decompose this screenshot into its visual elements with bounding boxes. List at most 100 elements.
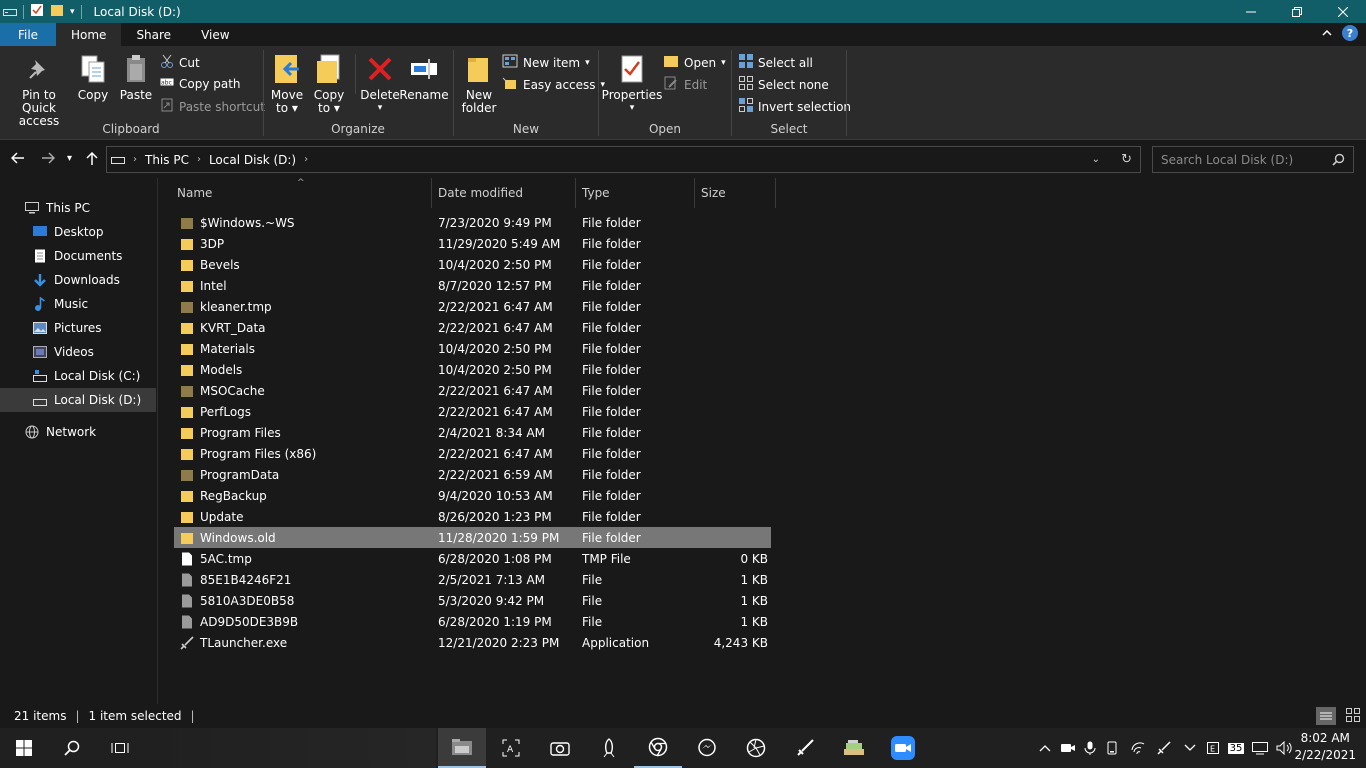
nav-item-music[interactable]: Music [0, 292, 156, 316]
forward-arrow-icon[interactable] [41, 152, 56, 168]
delete-button[interactable]: Delete ▾ [360, 52, 400, 115]
nav-item-this-pc[interactable]: This PC [0, 196, 156, 220]
search-input[interactable]: Search Local Disk (D:) [1152, 146, 1354, 173]
wifi-gesture-icon[interactable] [1128, 728, 1148, 768]
large-icons-view-icon[interactable] [1346, 708, 1360, 725]
copy-to-button[interactable]: Copy to ▾ [311, 52, 347, 115]
copy-button[interactable]: Copy [76, 52, 110, 102]
address-box[interactable]: › This PC › Local Disk (D:) › ⌄ ↻ [106, 146, 1141, 173]
restore-button[interactable] [1274, 0, 1320, 23]
paste-shortcut-button[interactable]: Paste shortcut [160, 98, 265, 115]
select-none-button[interactable]: Select none [739, 76, 829, 93]
back-arrow-icon[interactable] [10, 152, 25, 168]
sword-app-icon[interactable] [781, 728, 829, 768]
chrome-icon[interactable] [634, 728, 682, 768]
clock[interactable]: 8:02 AM 2/22/2021 [1294, 730, 1356, 764]
table-row[interactable]: Intel 8/7/2020 12:57 PM File folder [174, 275, 771, 296]
table-row[interactable]: TLauncher.exe 12/21/2020 2:23 PM Applicati… [174, 632, 771, 653]
up-arrow-icon[interactable] [86, 151, 98, 170]
tray-badge[interactable]: 35 [1226, 728, 1246, 768]
table-row[interactable]: Materials 10/4/2020 2:50 PM File folder [174, 338, 771, 359]
tab-share[interactable]: Share [121, 23, 186, 46]
aperture-app-icon[interactable] [732, 728, 780, 768]
tab-file[interactable]: File [0, 23, 56, 46]
start-windows-icon[interactable] [0, 728, 48, 768]
keyboard-layout-icon[interactable]: E [1204, 728, 1222, 768]
file-explorer-taskbar-icon[interactable] [438, 728, 486, 768]
microphone-icon[interactable] [1080, 728, 1100, 768]
table-row[interactable]: PerfLogs 2/22/2021 6:47 AM File folder [174, 401, 771, 422]
show-hidden-icons-chevron-icon[interactable] [1036, 728, 1054, 768]
breadcrumb-local-disk-d[interactable]: Local Disk (D:) [209, 153, 296, 167]
table-row[interactable]: MSOCache 2/22/2021 6:47 AM File folder [174, 380, 771, 401]
breadcrumb-chevron-icon[interactable]: › [197, 154, 201, 165]
properties-button[interactable]: Properties ▾ [602, 52, 662, 115]
close-button[interactable] [1320, 0, 1366, 23]
screenshot-tool-icon[interactable]: A [487, 728, 535, 768]
table-row[interactable]: Models 10/4/2020 2:50 PM File folder [174, 359, 771, 380]
new-item-button[interactable]: New item ▾ [502, 54, 590, 71]
breadcrumb-this-pc[interactable]: This PC [145, 153, 189, 167]
column-header-name[interactable]: Name [172, 178, 432, 208]
breadcrumb-chevron-icon[interactable]: › [304, 154, 308, 165]
table-row[interactable]: Update 8/26/2020 1:23 PM File folder [174, 506, 771, 527]
nav-item-local-disk-c[interactable]: Local Disk (C:) [0, 364, 156, 388]
new-folder-button[interactable]: New folder [460, 52, 498, 115]
new-folder-quick-icon[interactable] [50, 3, 64, 20]
messenger-icon[interactable] [683, 728, 731, 768]
cast-icon[interactable] [1102, 728, 1122, 768]
pin-to-quick-access-button[interactable]: Pin to Quick access [6, 52, 72, 128]
table-row[interactable]: 5810A3DE0B58 5/3/2020 9:42 PM File 1 KB [174, 590, 771, 611]
column-header-size[interactable]: Size [696, 178, 776, 208]
table-row[interactable]: Program Files 2/4/2021 8:34 AM File folder [174, 422, 771, 443]
invert-selection-button[interactable]: Invert selection [739, 98, 851, 115]
edit-button[interactable]: Edit [663, 76, 707, 93]
zoom-icon[interactable] [879, 728, 927, 768]
column-header-date-modified[interactable]: Date modified [433, 178, 576, 208]
details-view-icon[interactable] [1316, 707, 1336, 725]
tab-home[interactable]: Home [56, 23, 122, 46]
nav-item-desktop[interactable]: Desktop [0, 220, 156, 244]
minimize-button[interactable] [1228, 0, 1274, 23]
table-row[interactable]: Program Files (x86) 2/22/2021 6:47 AM File… [174, 443, 771, 464]
nav-item-local-disk-d[interactable]: Local Disk (D:) [0, 388, 156, 412]
task-view-icon[interactable] [96, 728, 144, 768]
paste-button[interactable]: Paste [118, 52, 154, 102]
recent-locations-chevron-icon[interactable]: ▾ [67, 153, 72, 164]
nav-item-pictures[interactable]: Pictures [0, 316, 156, 340]
table-row[interactable]: RegBackup 9/4/2020 10:53 AM File folder [174, 485, 771, 506]
table-row[interactable]: $Windows.~WS 7/23/2020 9:49 PM File folder [174, 212, 771, 233]
volume-icon[interactable] [1274, 728, 1296, 768]
table-row[interactable]: ProgramData 2/22/2021 6:59 AM File folder [174, 464, 771, 485]
help-icon[interactable]: ? [1342, 25, 1358, 41]
rocket-app-icon[interactable] [585, 728, 633, 768]
cut-button[interactable]: Cut [160, 54, 200, 71]
breadcrumb-chevron-icon[interactable]: › [133, 154, 137, 165]
chevron-down-tray-icon[interactable] [1180, 728, 1200, 768]
books-app-icon[interactable] [830, 728, 878, 768]
address-dropdown-icon[interactable]: ⌄ [1092, 154, 1100, 165]
refresh-icon[interactable]: ↻ [1121, 152, 1132, 167]
table-row[interactable]: 85E1B4246F21 2/5/2021 7:13 AM File 1 KB [174, 569, 771, 590]
camera-tray-icon[interactable] [1058, 728, 1078, 768]
table-row[interactable]: KVRT_Data 2/22/2021 6:47 AM File folder [174, 317, 771, 338]
open-button[interactable]: Open ▾ [663, 54, 726, 71]
easy-access-button[interactable]: Easy access ▾ [502, 76, 605, 93]
rename-button[interactable]: Rename [399, 52, 449, 102]
search-icon[interactable] [1332, 153, 1345, 169]
customize-chevron-icon[interactable]: ▾ [70, 7, 75, 17]
nav-item-videos[interactable]: Videos [0, 340, 156, 364]
nav-item-network[interactable]: Network [0, 420, 156, 444]
collapse-ribbon-icon[interactable] [1322, 26, 1332, 40]
nav-item-documents[interactable]: Documents [0, 244, 156, 268]
table-row[interactable]: Windows.old 11/28/2020 1:59 PM File folder [174, 527, 771, 548]
table-row[interactable]: Bevels 10/4/2020 2:50 PM File folder [174, 254, 771, 275]
column-header-type[interactable]: Type [577, 178, 695, 208]
table-row[interactable]: AD9D50DE3B9B 6/28/2020 1:19 PM File 1 KB [174, 611, 771, 632]
search-icon[interactable] [48, 728, 96, 768]
table-row[interactable]: 5AC.tmp 6/28/2020 1:08 PM TMP File 0 KB [174, 548, 771, 569]
network-tray-icon[interactable] [1250, 728, 1270, 768]
copy-path-button[interactable]: abc Copy path [160, 76, 241, 91]
nav-item-downloads[interactable]: Downloads [0, 268, 156, 292]
table-row[interactable]: kleaner.tmp 2/22/2021 6:47 AM File folder [174, 296, 771, 317]
